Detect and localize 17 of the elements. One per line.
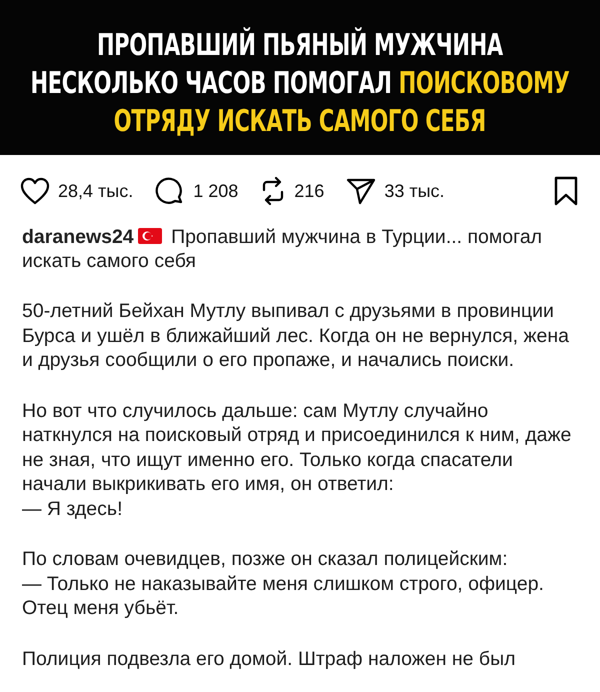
post-paragraph: Но вот что случилось дальше: сам Мутлу случайно наткнулся на поисковый отряд и присоединился к ним, даже не зная, что ищут именно его. Только когда спасатели начали выкрикивать его имя, он ответил: — Я здесь! — [21, 398, 572, 521]
bookmark-icon[interactable] — [554, 176, 578, 206]
heart-icon[interactable] — [20, 177, 50, 205]
post-paragraph: Полиция подвезла его домой. Штраф наложен не был — [21, 646, 516, 671]
send-icon[interactable] — [346, 177, 376, 205]
headline-line: НЕСКОЛЬКО ЧАСОВ ПОМОГАЛ ПОИСКОВОМУ — [30, 64, 570, 102]
post-paragraph: По словам очевидцев, позже он сказал полицейским: — Только не наказывайте меня слишком строго, офицер. Отец меня убьёт. — [21, 547, 545, 620]
caption-text: daranews24 Пропавший мужчина в Турции... помогал искать самого себя — [22, 225, 544, 273]
count-label: 1 208 — [193, 180, 238, 202]
headline-line: ПРОПАВШИЙ ПЬЯНЫЙ МУЖЧИНА — [97, 26, 503, 64]
count-label: 216 — [294, 180, 324, 202]
flag-icon — [138, 228, 162, 244]
count-label: 33 тыс. — [384, 180, 445, 202]
username-link[interactable]: daranews24 — [22, 226, 134, 248]
post-paragraph: 50-летний Бейхан Мутлу выпивал с друзьями в провинции Бурса и ушёл в ближайший лес. Когда он не вернулся, жена и друзья сообщили о его пропаже, и начались поиски. — [21, 299, 570, 372]
headline-line: ОТРЯДУ ИСКАТЬ САМОГО СЕБЯ — [114, 102, 486, 140]
count-label: 28,4 тыс. — [58, 180, 134, 202]
